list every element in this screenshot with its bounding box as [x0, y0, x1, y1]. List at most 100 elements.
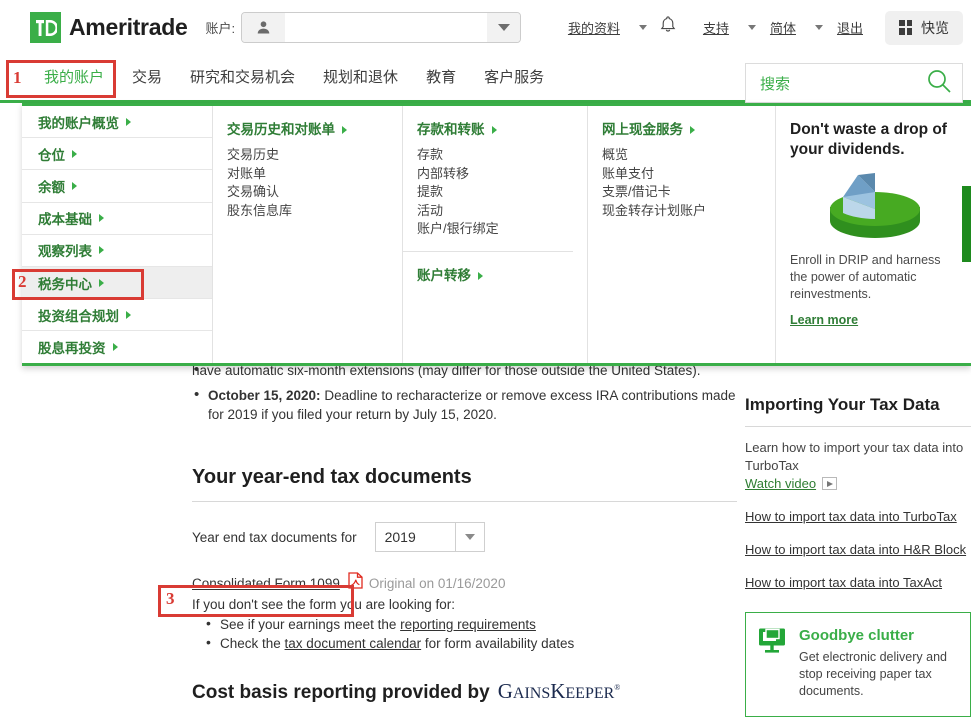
nav-item-planning[interactable]: 规划和退休	[309, 55, 412, 100]
header-link-profile[interactable]: 我的资料	[554, 18, 647, 37]
mega-menu-column-cash-services: 网上现金服务 概览 账单支付 支票/借记卡 现金转存计划账户	[588, 106, 776, 363]
group-title-deposits[interactable]: 存款和转账	[417, 118, 587, 138]
year-value[interactable]: 2019	[374, 522, 456, 552]
pie-chart-3d-icon	[790, 166, 953, 244]
reporting-requirements-link[interactable]: reporting requirements	[400, 617, 536, 632]
monitor-icon	[758, 627, 788, 700]
chevron-right-icon	[72, 149, 77, 158]
group-title-account-transfer[interactable]: 账户转移	[417, 264, 587, 284]
document-status: Original on 01/16/2020	[368, 575, 506, 591]
no-form-bullets: See if your earnings meet the reporting …	[192, 614, 737, 653]
submenu-bill-pay[interactable]: 账单支付	[602, 165, 775, 184]
bell-icon[interactable]	[659, 15, 677, 40]
my-account-mega-menu: 我的账户概览 仓位 余额 成本基础 观察列表 税务中心 投资组合规划 股息再投资…	[22, 103, 971, 366]
menu-item-tax-center[interactable]: 税务中心	[22, 266, 212, 300]
bullet-text-suffix: for form availability dates	[421, 636, 575, 651]
learn-more-link[interactable]: Learn more	[790, 313, 858, 327]
import-turbotax-link[interactable]: How to import tax data into TurboTax	[745, 509, 971, 524]
group-title-history[interactable]: 交易历史和对账单	[227, 118, 402, 138]
group-title-cash-services[interactable]: 网上现金服务	[602, 118, 775, 138]
menu-item-dividend-reinvestment[interactable]: 股息再投资	[22, 331, 212, 363]
brand-name: Ameritrade	[69, 14, 188, 40]
nav-item-education[interactable]: 教育	[412, 55, 470, 100]
quick-view-button[interactable]: 快览	[885, 10, 963, 45]
consolidated-form-1099-link[interactable]: Consolidated Form 1099	[192, 576, 340, 591]
year-dropdown[interactable]: 2019	[374, 522, 485, 552]
menu-item-portfolio-planner[interactable]: 投资组合规划	[22, 299, 212, 332]
year-label: Year end tax documents for	[192, 529, 357, 545]
search-icon[interactable]	[926, 68, 952, 99]
chevron-down-icon[interactable]	[455, 522, 485, 552]
watch-video-row[interactable]: Watch video	[745, 476, 971, 491]
submenu-internal-transfer[interactable]: 内部转移	[417, 165, 587, 184]
header-link-label: 退出	[836, 21, 863, 36]
submenu-overview[interactable]: 概览	[602, 146, 775, 165]
submenu-withdrawal[interactable]: 提款	[417, 183, 587, 202]
divider	[403, 250, 573, 252]
menu-item-cost-basis[interactable]: 成本基础	[22, 203, 212, 235]
tax-deadline-bullets: have automatic six-month extensions (may…	[192, 360, 737, 424]
header-link-language[interactable]: 简体	[756, 18, 823, 37]
chevron-right-icon	[72, 181, 77, 190]
tax-document-row: Consolidated Form 1099 Original on 01/16…	[192, 572, 737, 594]
goodbye-clutter-card[interactable]: Goodbye clutter Get electronic delivery …	[745, 612, 971, 717]
menu-item-balances[interactable]: 余额	[22, 170, 212, 203]
bullet-text: Check the	[220, 636, 285, 651]
watch-video-link[interactable]: Watch video	[745, 476, 816, 491]
menu-item-positions[interactable]: 仓位	[22, 138, 212, 171]
nav-item-research[interactable]: 研究和交易机会	[176, 55, 309, 100]
primary-nav: 我的账户 交易 研究和交易机会 规划和退休 教育 客户服务 搜索	[0, 55, 971, 103]
menu-item-watchlist[interactable]: 观察列表	[22, 235, 212, 267]
cost-basis-title: Cost basis reporting provided by	[192, 682, 490, 703]
drip-promo[interactable]: Don't waste a drop of your dividends. En…	[776, 106, 969, 363]
chevron-right-icon	[126, 117, 131, 126]
clutter-text: Goodbye clutter Get electronic delivery …	[799, 627, 958, 700]
submenu-trade-confirmations[interactable]: 交易确认	[227, 183, 402, 202]
search-input[interactable]: 搜索	[745, 63, 963, 103]
submenu-check-debit-card[interactable]: 支票/借记卡	[602, 183, 775, 202]
account-select[interactable]	[241, 12, 522, 43]
chevron-down-icon	[747, 25, 756, 30]
grid-icon	[899, 20, 914, 35]
bullet-october: October 15, 2020: Deadline to recharacte…	[192, 385, 737, 424]
pdf-icon[interactable]	[348, 572, 363, 594]
tax-document-calendar-link[interactable]: tax document calendar	[285, 636, 422, 651]
nav-item-my-account[interactable]: 我的账户	[30, 55, 118, 100]
page-title: Your year-end tax documents	[192, 466, 472, 488]
nav-item-trade[interactable]: 交易	[118, 55, 176, 100]
submenu-activity[interactable]: 活动	[417, 202, 587, 221]
submenu-bank-linking[interactable]: 账户/银行绑定	[417, 220, 587, 239]
promo-heading: Don't waste a drop of your dividends.	[790, 121, 947, 158]
submenu-shareholder-library[interactable]: 股东信息库	[227, 202, 402, 221]
bullet-text: See if your earnings meet the	[220, 617, 401, 632]
annotation-number-3: 3	[166, 589, 175, 608]
header-link-logout[interactable]: 退出	[823, 18, 877, 37]
nav-item-client-services[interactable]: 客户服务	[470, 55, 558, 100]
import-taxact-link[interactable]: How to import tax data into TaxAct	[745, 575, 971, 590]
clutter-title: Goodbye clutter	[799, 627, 915, 644]
submenu-statements[interactable]: 对账单	[227, 165, 402, 184]
list-item: Check the tax document calendar for form…	[192, 633, 737, 653]
header-link-support[interactable]: 支持	[689, 18, 756, 37]
cost-basis-row: Cost basis reporting provided by GAINSKE…	[192, 679, 737, 704]
play-icon[interactable]	[822, 477, 838, 490]
mega-menu-left-column: 我的账户概览 仓位 余额 成本基础 观察列表 税务中心 投资组合规划 股息再投资	[22, 106, 213, 363]
rail-title: Importing Your Tax Data	[745, 395, 940, 414]
page-root: Ameritrade 账户: 我的资料 支持 简体 退出 快览 我的账户 交易 …	[0, 0, 971, 720]
mega-menu-column-deposits: 存款和转账 存款 内部转移 提款 活动 账户/银行绑定 账户转移	[403, 106, 588, 363]
feedback-edge-tab[interactable]	[962, 186, 971, 262]
import-hrblock-link[interactable]: How to import tax data into H&R Block	[745, 542, 971, 557]
menu-item-account-overview[interactable]: 我的账户概览	[22, 106, 212, 139]
brand-logo[interactable]: Ameritrade	[30, 12, 188, 43]
submenu-cash-sweep[interactable]: 现金转存计划账户	[602, 202, 775, 221]
site-header: Ameritrade 账户: 我的资料 支持 简体 退出 快览	[0, 0, 971, 55]
td-logo-icon	[30, 12, 61, 43]
submenu-deposit[interactable]: 存款	[417, 146, 587, 165]
chevron-right-icon	[690, 126, 695, 134]
chevron-down-icon[interactable]	[487, 13, 521, 42]
submenu-transaction-history[interactable]: 交易历史	[227, 146, 402, 165]
person-icon	[242, 13, 286, 42]
gainskeeper-logo: GAINSKEEPER®	[497, 679, 621, 703]
year-selector-row: Year end tax documents for 2019	[192, 522, 737, 552]
chevron-right-icon	[99, 278, 104, 287]
